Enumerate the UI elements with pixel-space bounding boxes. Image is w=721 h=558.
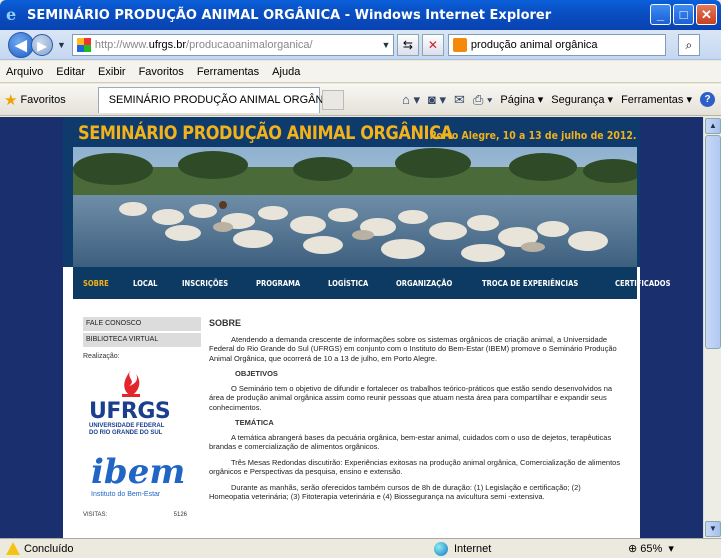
menu-exibir[interactable]: Exibir xyxy=(98,66,126,78)
ufrgs-flame-icon xyxy=(122,370,140,397)
scroll-thumb[interactable] xyxy=(705,135,721,349)
page-viewport: SEMINÁRIO PRODUÇÃO ANIMAL ORGÂNICA Porto… xyxy=(0,117,703,538)
site-nav: SOBRE LOCAL INSCRIÇÕES PROGRAMA LOGÍSTIC… xyxy=(73,267,671,299)
section-heading-tematica: TEMÁTICA xyxy=(235,418,274,427)
site-title: SEMINÁRIO PRODUÇÃO ANIMAL ORGÂNICA xyxy=(78,122,453,144)
content-heading: SOBRE xyxy=(209,318,242,328)
site-sidebar: FALE CONOSCO BIBLIOTECA VIRTUAL Realizaç… xyxy=(83,317,201,518)
nav-organizacao[interactable]: ORGANIZAÇÃO xyxy=(396,279,452,288)
refresh-button[interactable]: ⇆ xyxy=(396,33,419,56)
window-title: SEMINÁRIO PRODUÇÃO ANIMAL ORGÂNICA - Win… xyxy=(27,7,552,23)
nav-local[interactable]: LOCAL xyxy=(133,279,157,288)
zoom-level[interactable]: ⊕ 65% ▾ xyxy=(628,542,674,556)
tab-title: SEMINÁRIO PRODUÇÃO ANIMAL ORGÂNICA xyxy=(108,94,342,106)
feeds-icon[interactable]: ◙ ▾ xyxy=(428,92,446,108)
maximize-button[interactable]: □ xyxy=(673,4,694,25)
vertical-scrollbar[interactable]: ▲ ▼ xyxy=(703,117,721,538)
browser-tab[interactable]: SEMINÁRIO PRODUÇÃO ANIMAL ORGÂNICA xyxy=(97,86,342,113)
stop-button[interactable]: ✕ xyxy=(421,33,444,56)
nav-inscricoes[interactable]: INSCRIÇÕES xyxy=(182,279,228,288)
menu-ajuda[interactable]: Ajuda xyxy=(272,66,300,78)
menu-editar[interactable]: Editar xyxy=(56,66,85,78)
star-icon: ★ xyxy=(4,91,18,109)
ie-logo-icon: e xyxy=(6,5,17,24)
content-paragraph: Durante as manhãs, serão oferecidos tamb… xyxy=(209,482,581,502)
scroll-down-icon[interactable]: ▼ xyxy=(705,521,721,537)
content-paragraph: Três Mesas Redondas discutirão: Experiên… xyxy=(209,457,621,477)
warning-icon xyxy=(6,542,20,555)
nav-certificados[interactable]: CERTIFICADOS xyxy=(615,279,670,288)
site-page: SEMINÁRIO PRODUÇÃO ANIMAL ORGÂNICA Porto… xyxy=(63,117,671,538)
window-title-bar: e SEMINÁRIO PRODUÇÃO ANIMAL ORGÂNICA - W… xyxy=(0,0,721,30)
address-bar[interactable]: http://www.ufrgs.br/producaoanimalorgani… xyxy=(71,33,394,56)
site-favicon-icon xyxy=(76,37,91,52)
command-bar: ★ Favoritos SEMINÁRIO PRODUÇÃO ANIMAL OR… xyxy=(0,84,721,116)
minimize-button[interactable]: _ xyxy=(650,4,671,25)
realizacao-label: Realização: xyxy=(83,353,120,360)
url-text[interactable]: http://www.ufrgs.br/producaoanimalorgani… xyxy=(95,39,313,51)
search-button[interactable]: ⌕ xyxy=(677,33,700,56)
address-toolbar: ◀ ▶ ▼ http://www.ufrgs.br/producaoanimal… xyxy=(0,30,721,60)
ufrgs-logo[interactable]: UFRGS UNIVERSIDADE FEDERAL DO RIO GRANDE… xyxy=(89,370,201,437)
security-menu[interactable]: Segurança ▾ xyxy=(551,93,613,106)
favorites-button[interactable]: ★ Favoritos xyxy=(4,91,66,109)
main-content: SOBRE Atendendo a demanda crescente de i… xyxy=(209,318,621,508)
close-button[interactable]: ✕ xyxy=(696,4,717,25)
menu-ferramentas[interactable]: Ferramentas xyxy=(197,66,259,78)
menu-arquivo[interactable]: Arquivo xyxy=(6,66,43,78)
ibem-logo[interactable]: ibem Instituto do Bem-Estar xyxy=(91,455,201,498)
zoom-icon: ⊕ xyxy=(628,543,641,555)
home-icon[interactable]: ⌂ ▾ xyxy=(402,92,420,108)
section-heading-objetivos: OBJETIVOS xyxy=(235,369,278,378)
content-paragraph: Atendendo a demanda crescente de informa… xyxy=(209,334,617,363)
sidebar-link-fale-conosco[interactable]: FALE CONOSCO xyxy=(83,317,201,331)
forward-button[interactable]: ▶ xyxy=(31,33,53,56)
tools-menu[interactable]: Ferramentas ▾ xyxy=(621,93,692,106)
site-date: Porto Alegre, 10 a 13 de julho de 2012. xyxy=(429,129,636,142)
mail-icon[interactable]: ✉ xyxy=(454,92,465,108)
page-menu[interactable]: Página ▾ xyxy=(500,93,543,106)
menu-bar: Arquivo Editar Exibir Favoritos Ferramen… xyxy=(0,61,721,83)
header-photo xyxy=(73,147,637,267)
site-header: SEMINÁRIO PRODUÇÃO ANIMAL ORGÂNICA Porto… xyxy=(63,117,640,267)
nav-troca-de-experiencias[interactable]: TROCA DE EXPERIÊNCIAS xyxy=(482,279,578,288)
history-dropdown-icon[interactable]: ▼ xyxy=(57,40,66,50)
menu-favoritos[interactable]: Favoritos xyxy=(139,66,184,78)
nav-programa[interactable]: PROGRAMA xyxy=(256,279,300,288)
security-zone[interactable]: Internet xyxy=(434,541,491,556)
search-input[interactable]: produção animal orgânica xyxy=(447,33,666,56)
visit-counter: VISITAS: 5126 xyxy=(83,512,187,518)
search-provider-icon xyxy=(452,37,467,52)
address-dropdown-icon[interactable]: ▼ xyxy=(379,35,393,55)
content-paragraph: A temática abrangerá bases da pecuária o… xyxy=(209,432,612,452)
scroll-up-icon[interactable]: ▲ xyxy=(705,118,721,134)
help-icon[interactable]: ? xyxy=(700,92,715,107)
new-tab-button[interactable] xyxy=(321,89,344,110)
sidebar-link-biblioteca-virtual[interactable]: BIBLIOTECA VIRTUAL xyxy=(83,333,201,347)
print-icon[interactable]: ⎙ ▾ xyxy=(473,92,492,108)
status-bar: Concluído Internet ⊕ 65% ▾ xyxy=(0,538,721,558)
content-paragraph: O Seminário tem o objetivo de difundir e… xyxy=(209,383,613,412)
zoom-dropdown-icon[interactable]: ▾ xyxy=(662,542,674,555)
status-text: Concluído xyxy=(24,542,74,555)
nav-sobre[interactable]: SOBRE xyxy=(83,279,109,288)
globe-icon xyxy=(434,541,448,556)
nav-logistica[interactable]: LOGÍSTICA xyxy=(328,279,368,288)
search-value[interactable]: produção animal orgânica xyxy=(471,39,598,51)
